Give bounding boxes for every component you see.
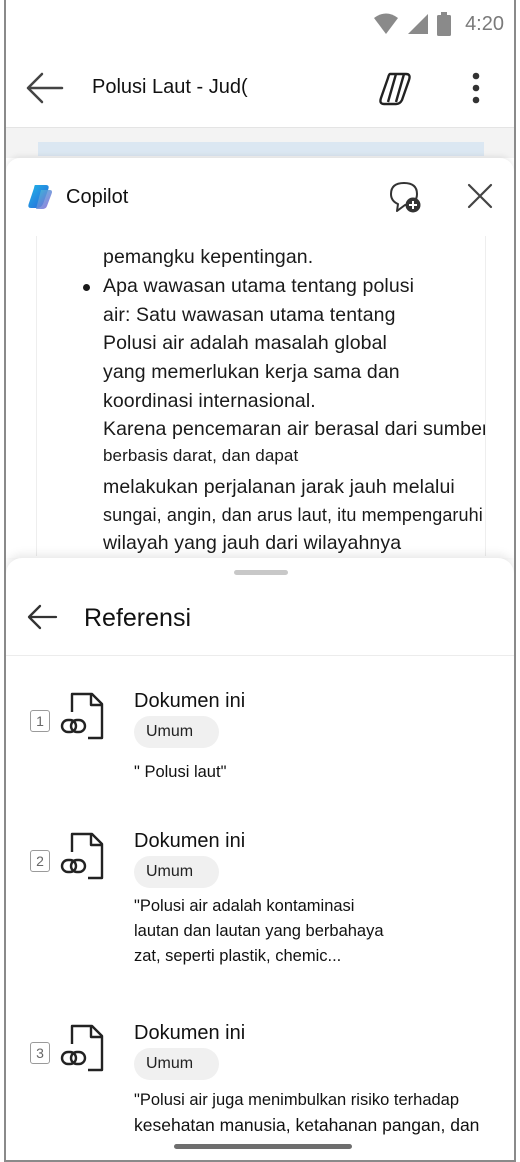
- battery-icon: [437, 12, 452, 36]
- reference-item[interactable]: 2 Dokumen ini Umum "Polusi air adalah ko…: [6, 826, 514, 966]
- references-title: Referensi: [84, 604, 191, 632]
- quote-line: lautan dan lautan yang berbahaya: [134, 922, 384, 940]
- wifi-icon: [374, 13, 399, 34]
- quote-line: "Polusi air adalah kontaminasi: [134, 897, 355, 915]
- more-options-icon[interactable]: [464, 70, 488, 106]
- answer-line: Polusi air adalah masalah global: [103, 332, 387, 354]
- answer-line: koordinasi internasional.: [103, 390, 316, 412]
- answer-line: yang memerlukan kerja sama dan: [103, 361, 400, 383]
- reference-source: Dokumen ini: [134, 830, 246, 852]
- document-highlight: [38, 142, 484, 156]
- sensitivity-label-chip: Umum: [134, 716, 220, 748]
- app-bar: Polusi Laut - Jud(: [6, 48, 514, 128]
- copilot-answer: pemangku kepentingan. Apa wawasan utama …: [36, 236, 486, 556]
- reference-item[interactable]: 3 Dokumen ini Umum "Polusi air juga meni…: [6, 1018, 514, 1158]
- quote-line: kesehatan manusia, ketahanan pangan, dan: [134, 1115, 480, 1135]
- reference-item[interactable]: 1 Dokumen ini Umum " Polusi laut": [6, 686, 514, 826]
- answer-line: wilayah yang jauh dari wilayahnya: [103, 532, 402, 554]
- sensitivity-label-chip: Umum: [134, 856, 220, 888]
- references-header: Referensi: [6, 588, 514, 656]
- reference-number: 3: [30, 1042, 50, 1064]
- drag-handle[interactable]: [234, 570, 288, 575]
- new-chat-icon[interactable]: [388, 180, 422, 214]
- copilot-header: Copilot: [6, 158, 514, 236]
- answer-line: berbasis darat, dan dapat: [103, 446, 299, 465]
- linked-document-icon: [60, 832, 104, 880]
- linked-document-icon: [60, 1024, 104, 1072]
- reference-number: 2: [30, 850, 50, 872]
- references-sheet: Referensi 1 Dokumen ini Umum " Polusi la…: [6, 558, 514, 1160]
- phone-screen: 4:20 Polusi Laut - Jud(Copilot pemangku…: [4, 0, 516, 1162]
- answer-line: melakukan perjalanan jarak jauh melalui: [103, 476, 455, 498]
- reference-number: 1: [30, 710, 50, 732]
- answer-line: Apa wawasan utama tentang polusi: [103, 275, 415, 297]
- answer-line: pemangku kepentingan.: [103, 246, 314, 268]
- linked-document-icon: [60, 692, 104, 740]
- reference-quote: "Polusi air adalah kontaminasi lautan da…: [134, 894, 504, 969]
- status-time: 4:20: [465, 12, 504, 35]
- copilot-logo-icon: [28, 185, 52, 209]
- quote-line: "Polusi air juga menimbulkan risiko terh…: [134, 1091, 460, 1109]
- quote-line: zat, seperti plastik, chemic...: [134, 947, 342, 965]
- back-arrow-icon[interactable]: [26, 602, 58, 632]
- reference-source: Dokumen ini: [134, 690, 246, 712]
- answer-line: air: Satu wawasan utama tentang: [103, 304, 396, 326]
- document-title: Polusi Laut - Jud(: [92, 76, 248, 98]
- back-arrow-icon[interactable]: [24, 70, 64, 106]
- copilot-pane: Copilot pemangku kepentingan. Apa wawasa…: [6, 158, 514, 558]
- reference-quote: "Polusi air juga menimbulkan risiko terh…: [134, 1088, 504, 1138]
- close-icon[interactable]: [466, 182, 494, 210]
- answer-line: sungai, angin, dan arus laut, itu mempen…: [103, 505, 483, 525]
- answer-line: Karena pencemaran air berasal dari sumbe…: [103, 418, 486, 440]
- reference-quote: " Polusi laut": [134, 760, 504, 785]
- bullet-point: [83, 284, 90, 291]
- copilot-icon[interactable]: [376, 68, 416, 108]
- reference-source: Dokumen ini: [134, 1022, 246, 1044]
- sensitivity-label-chip: Umum: [134, 1048, 220, 1080]
- status-bar: 4:20: [6, 0, 514, 48]
- signal-icon: [408, 14, 429, 34]
- home-indicator[interactable]: [174, 1144, 352, 1149]
- copilot-title: Copilot: [66, 186, 129, 208]
- quote-line: " Polusi laut": [134, 763, 227, 781]
